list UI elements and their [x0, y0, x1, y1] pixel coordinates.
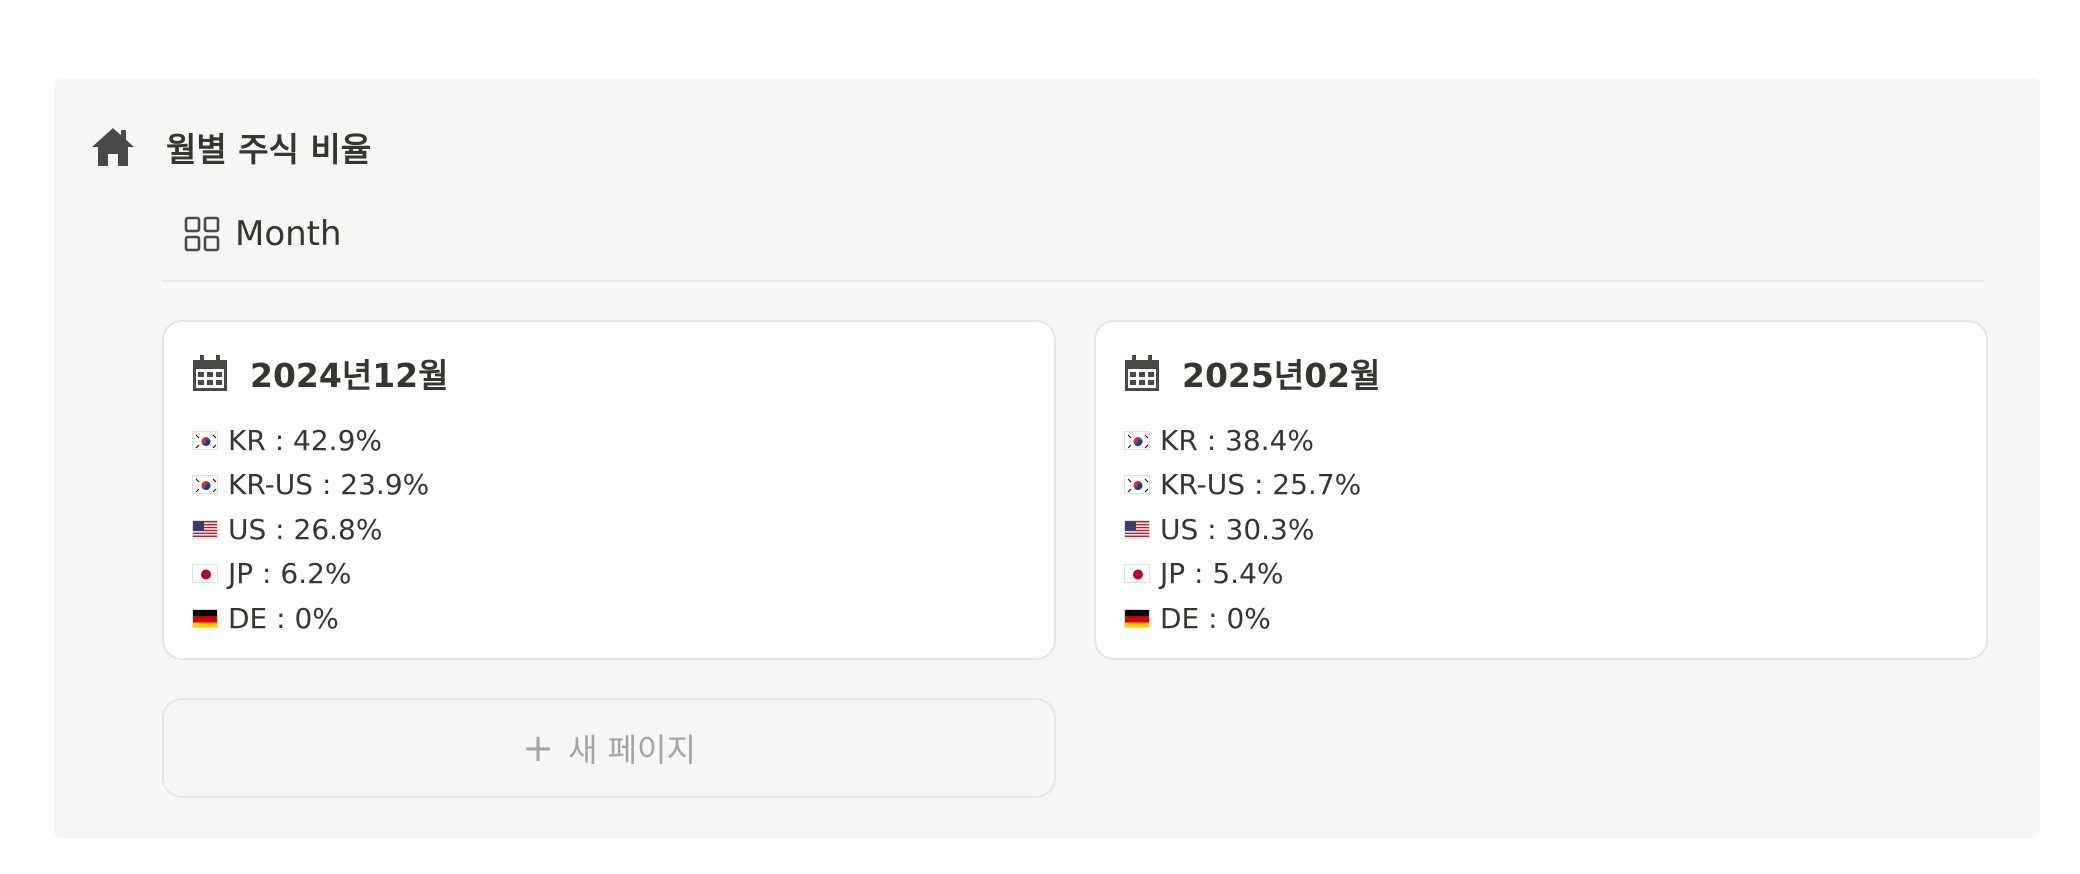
property-row: KR : 42.9%	[192, 418, 429, 463]
gallery-card[interactable]: 2025년02월 KR : 38.4% KR-US : 25.7% US : 3…	[1094, 320, 1988, 660]
card-header: 2025년02월	[1124, 348, 1381, 398]
property-row: JP : 5.4%	[1124, 552, 1361, 597]
kr-flag-icon	[192, 475, 218, 495]
block-title[interactable]: 월별 주식 비율	[166, 123, 371, 171]
property-row: JP : 6.2%	[192, 552, 429, 597]
kr-flag-icon	[1124, 430, 1150, 450]
card-title: 2024년12월	[250, 356, 449, 395]
property-row: US : 30.3%	[1124, 507, 1361, 552]
jp-flag-icon	[1124, 564, 1150, 584]
grid-icon	[183, 215, 221, 253]
kr-flag-icon	[192, 430, 218, 450]
de-flag-icon	[192, 608, 218, 628]
calendar-icon	[192, 354, 228, 392]
property-row: KR : 38.4%	[1124, 418, 1361, 463]
card-properties: KR : 38.4% KR-US : 25.7% US : 30.3% JP :…	[1124, 418, 1361, 641]
plus-icon: +	[522, 726, 554, 770]
us-flag-icon	[192, 519, 218, 539]
us-flag-icon	[1124, 519, 1150, 539]
property-row: DE : 0%	[192, 596, 429, 641]
card-header: 2024년12월	[192, 348, 449, 398]
calendar-icon	[1124, 354, 1160, 392]
card-title: 2025년02월	[1182, 356, 1381, 395]
home-icon[interactable]	[90, 124, 136, 170]
property-row: KR-US : 25.7%	[1124, 463, 1361, 508]
gallery-card[interactable]: 2024년12월 KR : 42.9% KR-US : 23.9% US : 2…	[162, 320, 1056, 660]
property-row: KR-US : 23.9%	[192, 463, 429, 508]
property-row: US : 26.8%	[192, 507, 429, 552]
block-header: 월별 주식 비율	[90, 122, 371, 172]
new-page-label: 새 페이지	[567, 731, 696, 769]
property-row: DE : 0%	[1124, 596, 1361, 641]
de-flag-icon	[1124, 608, 1150, 628]
view-label: Month	[235, 214, 342, 254]
card-properties: KR : 42.9% KR-US : 23.9% US : 26.8% JP :…	[192, 418, 429, 641]
jp-flag-icon	[192, 564, 218, 584]
divider	[162, 280, 1984, 282]
gallery-block: 월별 주식 비율 Month 2024년12월 KR: 42.9% KR-US…	[54, 78, 2040, 838]
view-tab-month[interactable]: Month	[180, 208, 342, 260]
kr-flag-icon	[1124, 475, 1150, 495]
new-page-button[interactable]: + 새 페이지	[162, 698, 1056, 798]
